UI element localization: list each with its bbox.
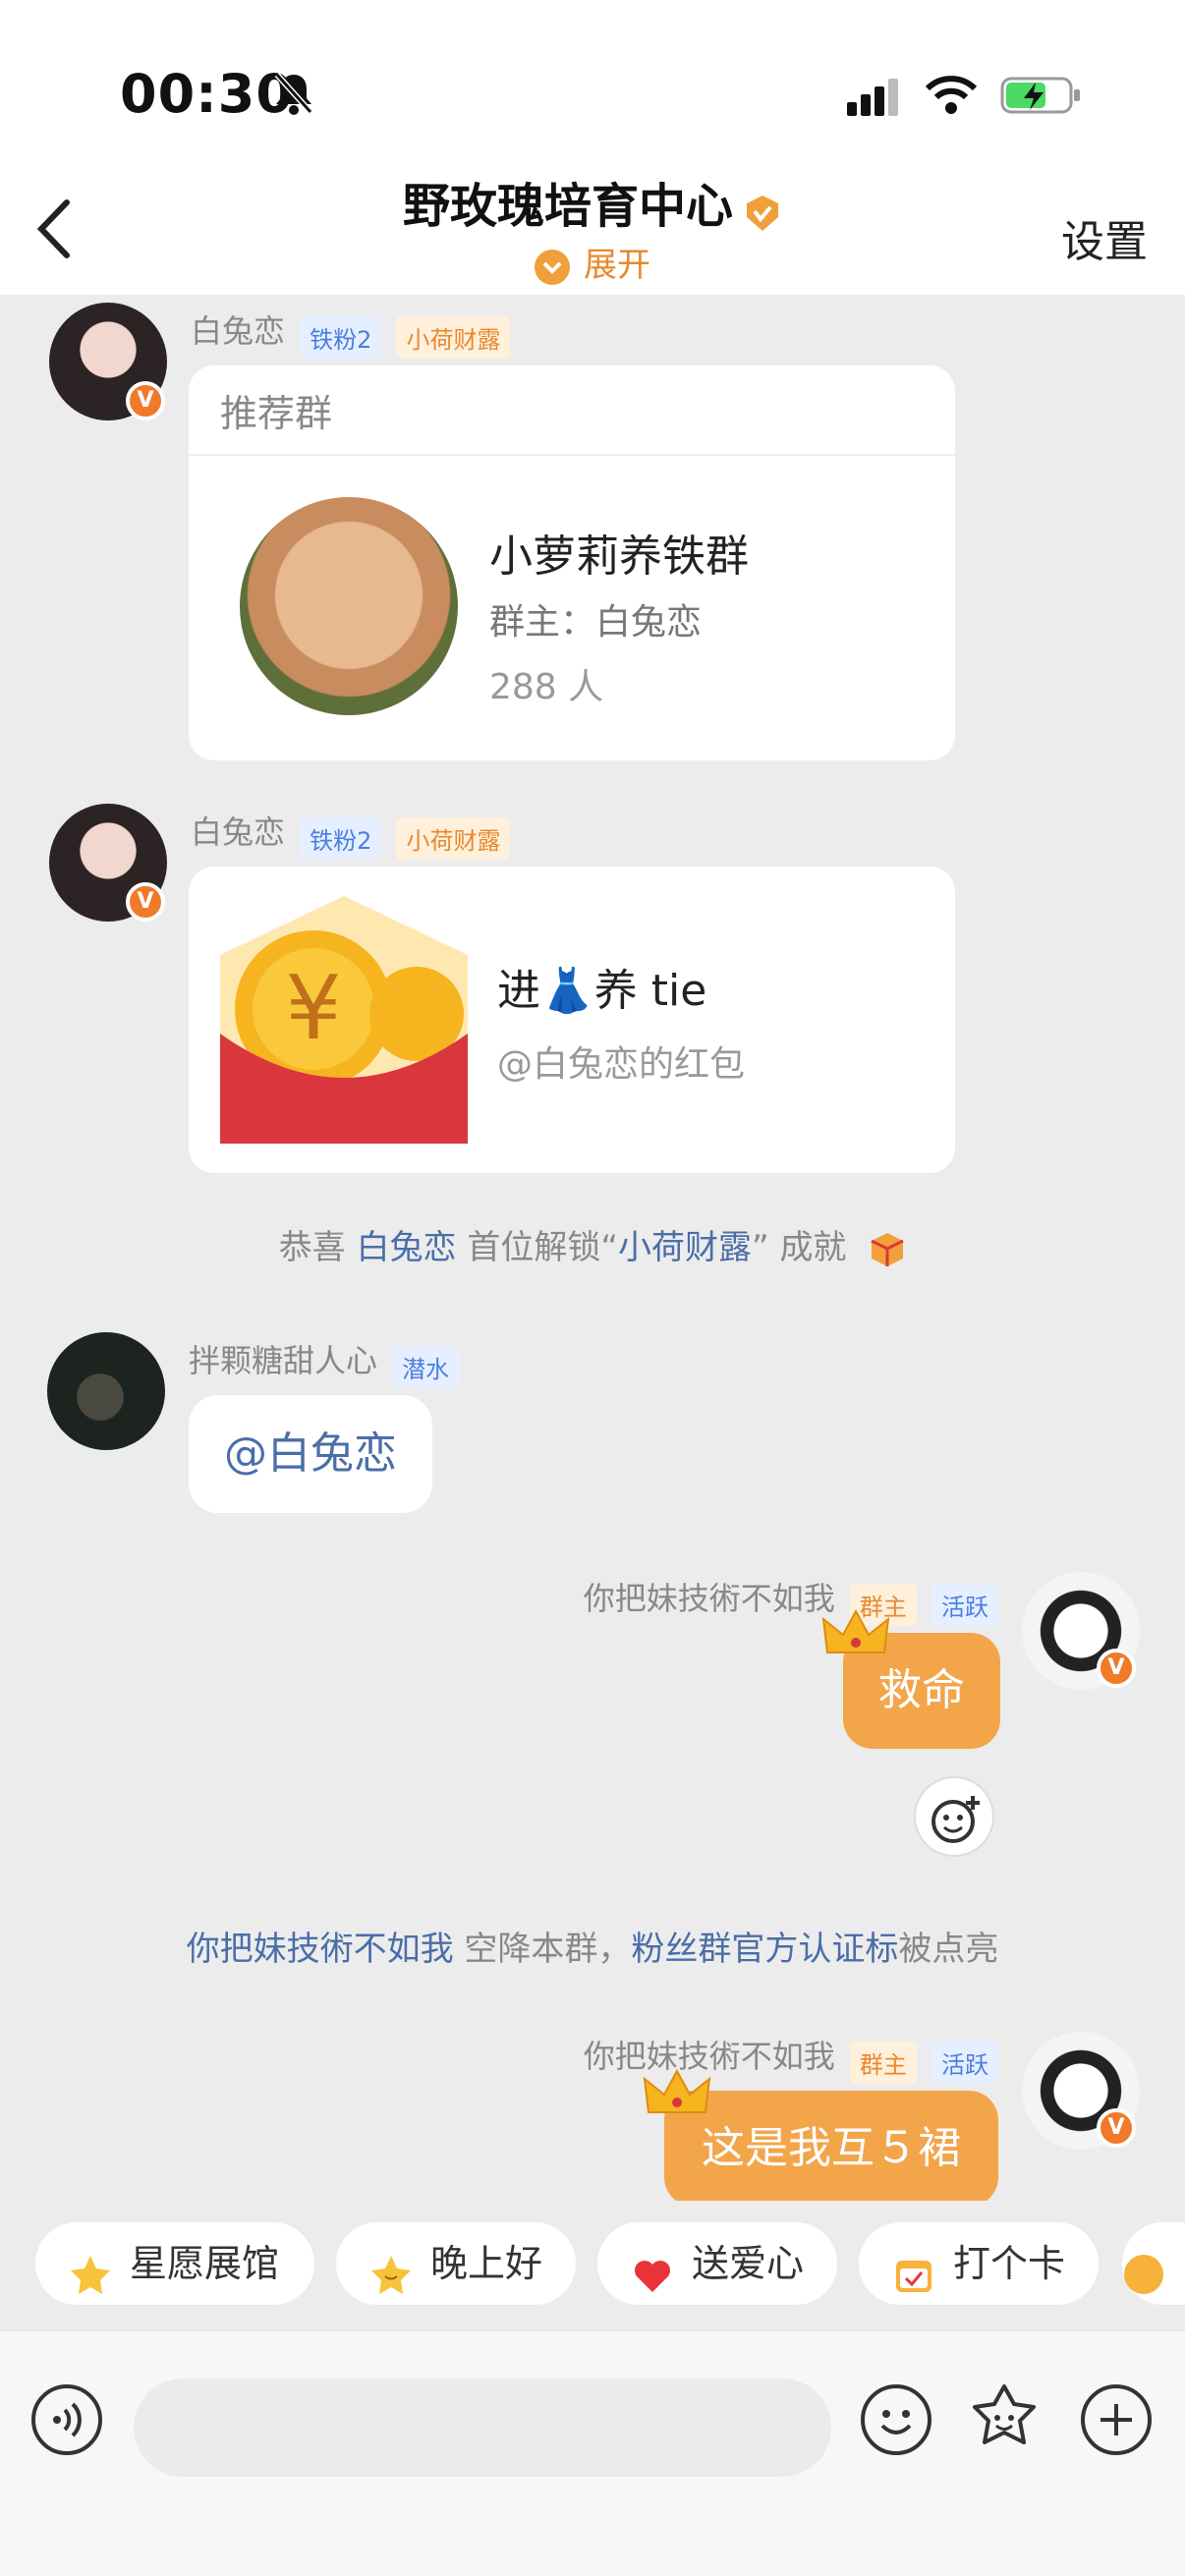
battery-icon bbox=[1000, 75, 1083, 116]
heart-icon bbox=[631, 2242, 674, 2292]
system-message-achievement: 恭喜 白兔恋 首位解锁“小荷财露” 成就 bbox=[0, 1220, 1185, 1268]
chip-more[interactable] bbox=[1122, 2222, 1185, 2305]
chip-check-in[interactable]: 打个卡 bbox=[859, 2222, 1099, 2305]
crown-icon bbox=[821, 1607, 890, 1662]
user-link[interactable]: 白兔恋 bbox=[357, 1228, 457, 1267]
group-count: 288 人 bbox=[489, 667, 604, 707]
verified-badge-icon bbox=[743, 190, 782, 231]
sender-row: 你把妹技術不如我 群主 活跃 bbox=[584, 1574, 998, 1626]
card-header: 推荐群 bbox=[220, 392, 333, 435]
divider bbox=[189, 454, 955, 456]
add-button[interactable] bbox=[1081, 2384, 1152, 2455]
red-packet-icon: ¥ bbox=[220, 896, 468, 1144]
crown-icon bbox=[643, 2067, 711, 2122]
v-badge-icon: V bbox=[1097, 2108, 1136, 2148]
star-icon bbox=[69, 2242, 112, 2294]
status-time: 00:30 bbox=[120, 63, 294, 125]
chip-good-evening[interactable]: 晚上好 bbox=[336, 2222, 576, 2305]
fan-tag: 铁粉2 bbox=[300, 316, 382, 359]
sticker-button[interactable] bbox=[965, 2380, 1044, 2459]
red-packet-title: 进👗养 tie bbox=[497, 966, 707, 1016]
message-bubble[interactable]: @白兔恋 bbox=[189, 1395, 432, 1513]
signal-icon bbox=[847, 77, 906, 118]
v-badge-icon: V bbox=[1097, 1649, 1136, 1688]
chip-send-love[interactable]: 送爱心 bbox=[597, 2222, 837, 2305]
chip-wish-gallery[interactable]: 星愿展馆 bbox=[35, 2222, 314, 2305]
page-title[interactable]: 野玫瑰培育中心 bbox=[0, 167, 1185, 236]
wifi-icon bbox=[924, 73, 979, 116]
v-badge-icon: V bbox=[126, 381, 165, 420]
certification-link[interactable]: 粉丝群官方认证标 bbox=[631, 1930, 898, 1969]
sender-row: 白兔恋 铁粉2 小荷财露 bbox=[191, 307, 511, 359]
group-name: 小萝莉养铁群 bbox=[489, 532, 749, 582]
sender-row: 白兔恋 铁粉2 小荷财露 bbox=[191, 808, 511, 860]
avatar-bankeitang[interactable] bbox=[47, 1332, 165, 1450]
user-link[interactable]: 你把妹技術不如我 bbox=[187, 1930, 454, 1969]
sender-name[interactable]: 白兔恋 bbox=[191, 312, 285, 350]
expand-toggle[interactable]: 展开 bbox=[0, 238, 1185, 286]
owner-tag: 群主 bbox=[849, 2042, 917, 2084]
input-bar bbox=[0, 2330, 1185, 2576]
gift-icon bbox=[1122, 2242, 1165, 2294]
message-input[interactable] bbox=[134, 2379, 831, 2477]
add-reaction-button[interactable] bbox=[914, 1776, 994, 1857]
lurker-tag: 潜水 bbox=[392, 1346, 460, 1388]
chat-area[interactable]: V 白兔恋 铁粉2 小荷财露 推荐群 小萝莉养铁群 群主：白兔恋 288 人 V… bbox=[0, 295, 1185, 2201]
sender-name[interactable]: 白兔恋 bbox=[191, 813, 285, 851]
sender-row: 拌颗糖甜人心 潜水 bbox=[189, 1336, 460, 1388]
red-packet-sub: @白兔恋的红包 bbox=[497, 1044, 746, 1085]
achievement-tag: 小荷财露 bbox=[396, 817, 511, 860]
sender-name[interactable]: 你把妹技術不如我 bbox=[584, 1580, 835, 1617]
achievement-tag: 小荷财露 bbox=[396, 316, 511, 359]
settings-button[interactable]: 设置 bbox=[1061, 206, 1148, 269]
badge-link[interactable]: 小荷财露 bbox=[618, 1228, 752, 1267]
fan-tag: 铁粉2 bbox=[300, 817, 382, 860]
v-badge-icon: V bbox=[126, 882, 165, 922]
calendar-icon bbox=[892, 2242, 935, 2292]
expand-chevron-icon bbox=[535, 249, 570, 285]
star-face-icon bbox=[369, 2242, 413, 2294]
group-avatar bbox=[240, 497, 458, 715]
voice-input-button[interactable] bbox=[31, 2384, 102, 2455]
red-packet-card[interactable]: ¥ 进👗养 tie @白兔恋的红包 bbox=[189, 867, 955, 1173]
group-owner: 群主：白兔恋 bbox=[489, 602, 703, 643]
sender-name[interactable]: 拌颗糖甜人心 bbox=[189, 1342, 377, 1379]
achievement-cube-icon bbox=[869, 1231, 906, 1268]
emoji-button[interactable] bbox=[861, 2384, 931, 2455]
active-tag: 活跃 bbox=[931, 1584, 998, 1626]
active-tag: 活跃 bbox=[931, 2042, 998, 2084]
quick-action-bar: 星愿展馆 晚上好 送爱心 打个卡 bbox=[0, 2201, 1185, 2328]
mute-bell-icon bbox=[273, 71, 314, 116]
system-message-certification: 你把妹技術不如我 空降本群，粉丝群官方认证标被点亮 bbox=[186, 1930, 999, 1969]
message-bubble-self[interactable]: 这是我互５裙 bbox=[664, 2091, 998, 2201]
svg-text:¥: ¥ bbox=[285, 957, 341, 1060]
group-card[interactable]: 推荐群 小萝莉养铁群 群主：白兔恋 288 人 bbox=[189, 365, 955, 760]
